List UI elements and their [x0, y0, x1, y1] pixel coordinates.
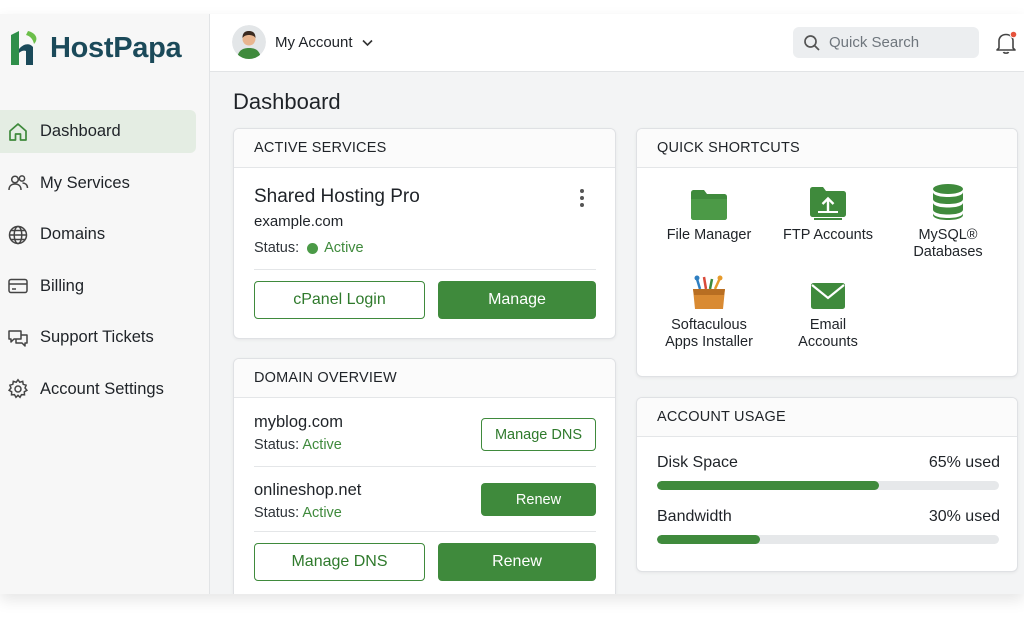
divider	[254, 531, 596, 532]
progress-fill	[657, 481, 880, 490]
sidebar-item-billing[interactable]: Billing	[0, 265, 196, 308]
usage-label-bandwidth: Bandwidth	[657, 508, 732, 525]
softaculous-box-icon	[690, 269, 728, 311]
database-icon	[931, 179, 965, 221]
card-header: QUICK SHORTCUTS	[637, 129, 1017, 168]
shortcut-file-manager[interactable]: File Manager	[649, 179, 769, 244]
status-dot-icon	[307, 242, 319, 254]
manage-button[interactable]: Manage	[438, 281, 596, 319]
progress-fill	[657, 535, 760, 544]
home-icon	[7, 121, 29, 143]
sidebar-item-account-settings[interactable]: Account Settings	[0, 368, 196, 411]
sidebar-item-label: Dashboard	[40, 122, 121, 140]
sidebar-nav: Dashboard My Services Domains Billing Su…	[0, 110, 210, 419]
bell-icon	[996, 30, 1018, 54]
card-title: ACCOUNT USAGE	[657, 409, 786, 425]
divider	[254, 269, 596, 270]
shortcut-label: Email Accounts	[798, 317, 858, 350]
account-menu[interactable]: My Account	[232, 24, 374, 60]
sidebar: HostPapa Dashboard My Services Domains B…	[0, 14, 210, 594]
card-header: ACTIVE SERVICES	[234, 129, 615, 168]
credit-card-icon	[7, 275, 29, 297]
card-title: QUICK SHORTCUTS	[657, 140, 800, 156]
service-domain: example.com	[254, 213, 344, 230]
usage-value-disk-space: 65% used	[928, 454, 1000, 471]
folder-upload-icon	[808, 179, 848, 221]
cpanel-login-button[interactable]: cPanel Login	[254, 281, 425, 319]
notifications-button[interactable]	[994, 30, 1018, 56]
sidebar-item-domains[interactable]: Domains	[0, 213, 196, 256]
usage-label-disk-space: Disk Space	[657, 454, 738, 471]
shortcut-label: File Manager	[666, 227, 752, 243]
sidebar-item-label: Support Tickets	[40, 328, 154, 346]
sidebar-item-support-tickets[interactable]: Support Tickets	[0, 316, 196, 359]
renew-button[interactable]: Renew	[481, 483, 596, 516]
manage-dns-button[interactable]: Manage DNS	[481, 418, 596, 451]
quick-shortcuts-card: QUICK SHORTCUTS File Manager FTP Account…	[636, 128, 1018, 377]
users-icon	[7, 172, 29, 194]
search-icon	[804, 34, 820, 51]
gear-icon	[7, 378, 29, 400]
app-window: HostPapa Dashboard My Services Domains B…	[0, 14, 1024, 594]
bandwidth-progress-bar	[657, 535, 999, 544]
account-usage-card: ACCOUNT USAGE Disk Space 65% used Bandwi…	[636, 397, 1018, 572]
domain-overview-card: DOMAIN OVERVIEW myblog.com Status: Activ…	[233, 358, 616, 594]
envelope-icon	[809, 269, 847, 311]
card-title: ACTIVE SERVICES	[254, 140, 387, 156]
sidebar-item-dashboard[interactable]: Dashboard	[0, 110, 196, 153]
shortcut-mysql-databases[interactable]: MySQL® Databases	[888, 179, 1008, 261]
shortcut-label: Softaculous Apps Installer	[665, 317, 753, 350]
status-value: Active	[302, 437, 342, 453]
divider	[254, 466, 596, 467]
domain-status: Status: Active	[254, 505, 342, 521]
hostpapa-logo-icon	[11, 31, 37, 65]
disk-space-progress-bar	[657, 481, 999, 490]
brand-name: HostPapa	[50, 31, 182, 64]
sidebar-item-label: Billing	[40, 276, 85, 295]
service-name: Shared Hosting Pro	[254, 186, 420, 207]
card-header: DOMAIN OVERVIEW	[234, 359, 615, 398]
shortcut-label: FTP Accounts	[783, 227, 873, 243]
folder-icon	[689, 179, 729, 221]
status-label: Status:	[254, 240, 300, 256]
card-title: DOMAIN OVERVIEW	[254, 370, 397, 386]
chevron-down-icon	[361, 39, 373, 46]
top-header: My Account	[210, 14, 1024, 72]
status-value: Active	[324, 240, 364, 256]
sidebar-item-label: Account Settings	[40, 379, 164, 398]
shortcut-label: MySQL® Databases	[913, 227, 983, 260]
sidebar-item-label: Domains	[40, 225, 106, 243]
domain-name: onlineshop.net	[254, 481, 362, 499]
more-options-icon[interactable]	[577, 187, 587, 209]
active-services-card: ACTIVE SERVICES Shared Hosting Pro examp…	[233, 128, 616, 339]
page-title: Dashboard	[233, 89, 341, 114]
sidebar-item-label: My Services	[40, 173, 130, 192]
manage-dns-footer-button[interactable]: Manage DNS	[254, 543, 425, 581]
account-label: My Account	[275, 33, 353, 51]
renew-footer-button[interactable]: Renew	[438, 543, 596, 581]
shortcut-softaculous[interactable]: Softaculous Apps Installer	[649, 269, 769, 351]
chat-bubbles-icon	[7, 327, 29, 349]
hostpapa-logo[interactable]: HostPapa	[8, 28, 182, 68]
search-box[interactable]	[793, 27, 979, 58]
service-status: Status: Active	[254, 240, 364, 256]
usage-value-bandwidth: 30% used	[928, 508, 1000, 525]
globe-icon	[7, 224, 29, 246]
sidebar-item-my-services[interactable]: My Services	[0, 162, 196, 205]
status-label: Status:	[254, 505, 300, 521]
avatar	[232, 25, 266, 59]
shortcut-ftp-accounts[interactable]: FTP Accounts	[768, 179, 888, 244]
search-input[interactable]	[829, 34, 969, 51]
domain-name: myblog.com	[254, 413, 343, 431]
status-value: Active	[302, 505, 342, 521]
domain-status: Status: Active	[254, 437, 342, 453]
shortcut-email-accounts[interactable]: Email Accounts	[768, 269, 888, 351]
status-label: Status:	[254, 437, 300, 453]
card-header: ACCOUNT USAGE	[637, 398, 1017, 437]
